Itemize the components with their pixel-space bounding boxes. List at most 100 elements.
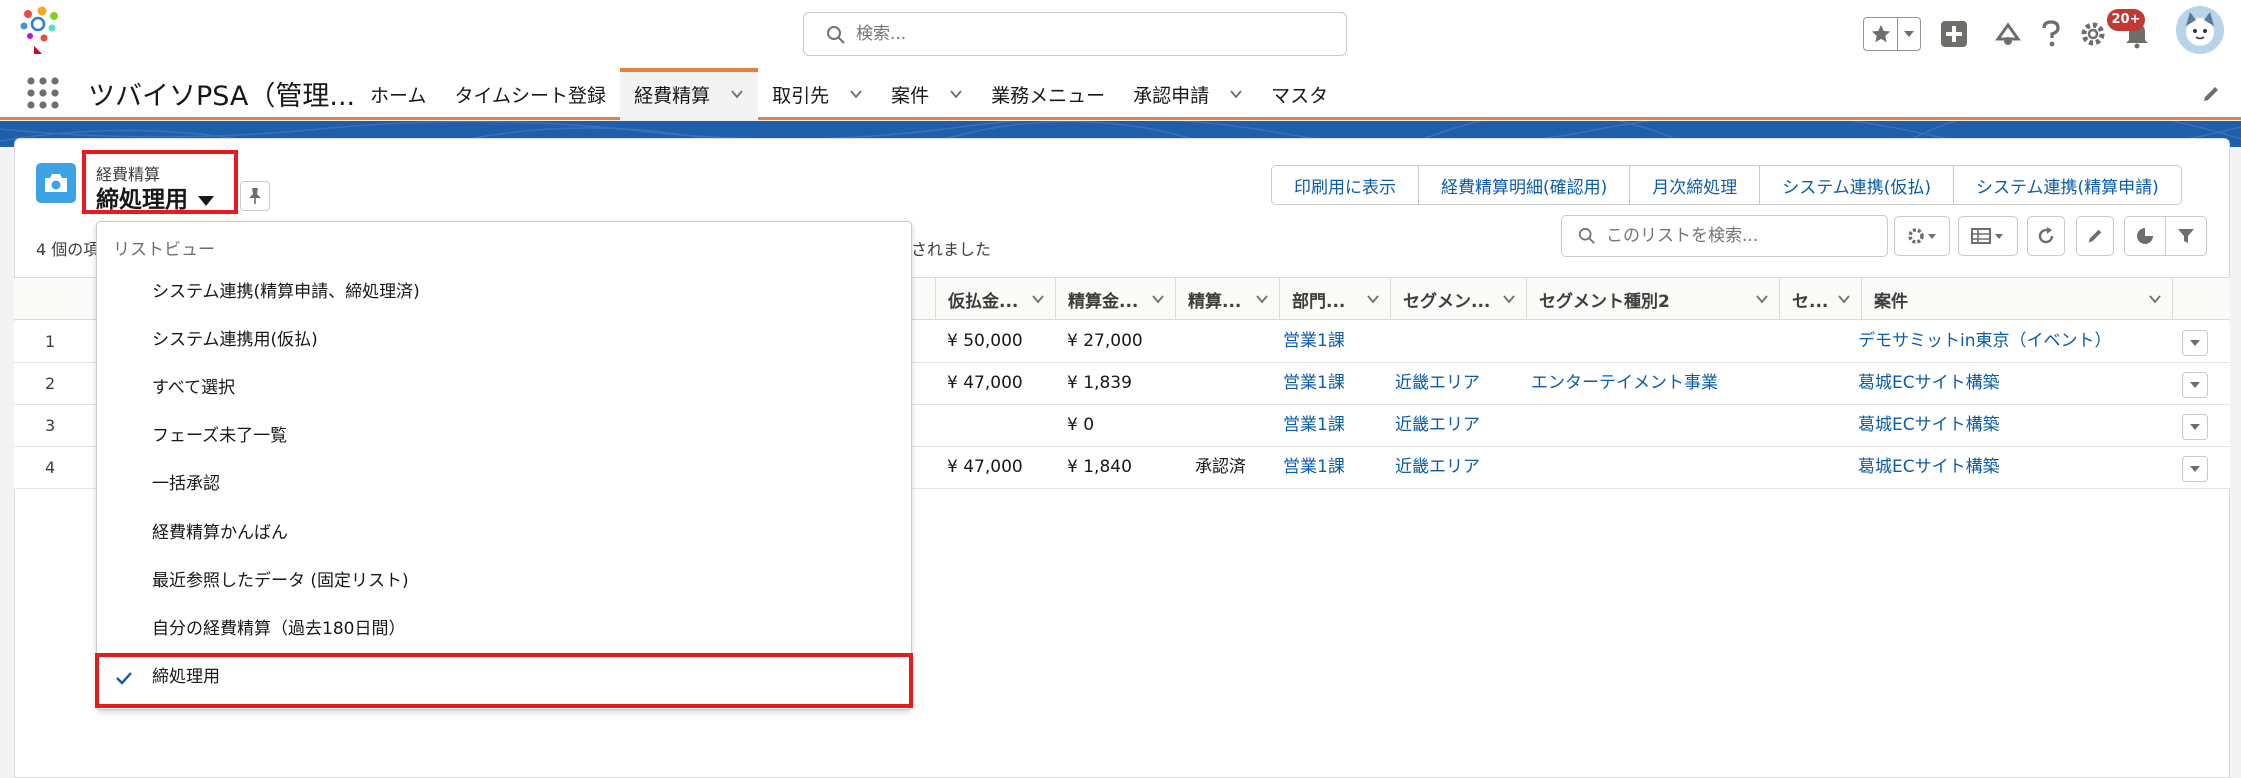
segment2-link[interactable]: エンターテイメント事業 bbox=[1531, 363, 1718, 404]
tab-label: 経費精算 bbox=[634, 84, 711, 107]
segment-link[interactable]: 近畿エリア bbox=[1395, 363, 1480, 404]
expense-detail-button[interactable]: 経費精算明細(確認用) bbox=[1419, 166, 1631, 204]
list-view-option[interactable]: システム連携用(仮払) bbox=[97, 316, 911, 364]
project-link[interactable]: 葛城ECサイト構築 bbox=[1858, 405, 2000, 446]
column-header[interactable]: セ... bbox=[1779, 278, 1861, 320]
chart-icon bbox=[2137, 228, 2153, 244]
row-number: 1 bbox=[45, 332, 56, 351]
segment-link[interactable]: 近畿エリア bbox=[1395, 447, 1480, 488]
tab-master[interactable]: マスタ bbox=[1257, 68, 1342, 120]
department-link[interactable]: 営業1課 bbox=[1283, 447, 1345, 488]
tab-expenses[interactable]: 経費精算 bbox=[620, 68, 759, 120]
list-view-option[interactable]: システム連携(精算申請、締処理済) bbox=[97, 268, 911, 316]
column-header[interactable]: 精算... bbox=[1175, 278, 1279, 320]
chevron-down-icon[interactable] bbox=[1151, 292, 1165, 306]
sync-advance-button[interactable]: システム連携(仮払) bbox=[1760, 166, 1955, 204]
chevron-down-icon[interactable] bbox=[949, 87, 963, 101]
list-settings-button[interactable] bbox=[1894, 216, 1950, 256]
refresh-button[interactable] bbox=[2027, 216, 2065, 256]
chevron-down-icon[interactable] bbox=[1229, 87, 1243, 101]
row-action-button[interactable] bbox=[2182, 372, 2208, 398]
pin-icon bbox=[249, 188, 261, 204]
plus-icon bbox=[1941, 21, 1967, 47]
advance-amount: ¥ 47,000 bbox=[947, 457, 1023, 477]
tab-accounts[interactable]: 取引先 bbox=[758, 68, 877, 120]
chevron-down-icon[interactable] bbox=[1255, 292, 1269, 306]
row-action-button[interactable] bbox=[2182, 414, 2208, 440]
tab-timesheet[interactable]: タイムシート登録 bbox=[440, 68, 620, 120]
monthly-close-button[interactable]: 月次締処理 bbox=[1630, 166, 1761, 204]
settlement-status: 承認済 bbox=[1195, 457, 1246, 477]
favorites-group bbox=[1863, 17, 1921, 51]
list-view-option[interactable]: フェーズ未了一覧 bbox=[97, 412, 911, 460]
column-label: セグメン... bbox=[1403, 291, 1491, 312]
tab-business-menu[interactable]: 業務メニュー bbox=[977, 68, 1119, 120]
cloud-icon bbox=[1995, 22, 2021, 45]
segment-link[interactable]: 近畿エリア bbox=[1395, 405, 1480, 446]
column-header[interactable]: 仮払金... bbox=[935, 278, 1055, 320]
tab-approvals[interactable]: 承認申請 bbox=[1119, 68, 1257, 120]
list-view-option[interactable]: 最近参照したデータ (固定リスト) bbox=[97, 557, 911, 605]
global-search-input[interactable] bbox=[856, 19, 1326, 49]
setup-button[interactable] bbox=[2076, 17, 2110, 51]
notification-badge: 20+ bbox=[2107, 9, 2145, 31]
column-header[interactable]: セグメン... bbox=[1390, 278, 1526, 320]
list-view-option[interactable]: すべて選択 bbox=[97, 364, 911, 412]
highlight-box-title bbox=[82, 150, 238, 214]
print-view-button[interactable]: 印刷用に表示 bbox=[1272, 166, 1419, 204]
list-view-option[interactable]: 経費精算かんばん bbox=[97, 509, 911, 557]
trailhead-button[interactable] bbox=[1991, 17, 2025, 51]
row-action-button[interactable] bbox=[2182, 456, 2208, 482]
chevron-down-icon[interactable] bbox=[1031, 292, 1045, 306]
list-search[interactable] bbox=[1561, 215, 1888, 257]
charts-button[interactable] bbox=[2124, 216, 2166, 256]
row-action-button[interactable] bbox=[2182, 330, 2208, 356]
chevron-down-icon[interactable] bbox=[849, 87, 863, 101]
display-as-button[interactable] bbox=[1958, 216, 2018, 256]
project-link[interactable]: 葛城ECサイト構築 bbox=[1858, 363, 2000, 404]
nav-tabs: ホーム タイムシート登録 経費精算 取引先 案件 業務メニュー 承認申請 マスタ bbox=[356, 68, 1342, 120]
gear-icon bbox=[1908, 228, 1936, 244]
chevron-down-icon bbox=[2190, 340, 2200, 346]
favorites-menu-button[interactable] bbox=[1898, 18, 1920, 50]
chevron-down-icon[interactable] bbox=[1366, 292, 1380, 306]
column-header[interactable]: セグメント種別2 bbox=[1526, 278, 1779, 320]
project-link[interactable]: 葛城ECサイト構築 bbox=[1858, 447, 2000, 488]
column-label: 精算金... bbox=[1068, 291, 1139, 312]
column-header[interactable]: 案件 bbox=[1861, 278, 2172, 320]
project-link[interactable]: デモサミットin東京（イベント） bbox=[1858, 321, 2112, 362]
chevron-down-icon[interactable] bbox=[1837, 292, 1851, 306]
filter-button[interactable] bbox=[2165, 216, 2207, 256]
sync-settlement-button[interactable]: システム連携(精算申請) bbox=[1954, 166, 2181, 204]
chevron-down-icon[interactable] bbox=[2148, 292, 2162, 306]
search-icon bbox=[827, 26, 845, 44]
pin-list-button[interactable] bbox=[240, 181, 270, 211]
favorites-button[interactable] bbox=[1864, 18, 1898, 50]
chevron-down-icon bbox=[2190, 424, 2200, 430]
column-header[interactable]: 精算金... bbox=[1055, 278, 1175, 320]
chevron-down-icon[interactable] bbox=[1502, 292, 1516, 306]
department-link[interactable]: 営業1課 bbox=[1283, 321, 1345, 362]
avatar[interactable] bbox=[2176, 6, 2224, 54]
pencil-icon[interactable] bbox=[2201, 84, 2221, 104]
global-actions-button[interactable] bbox=[1937, 17, 1971, 51]
app-logo-icon[interactable] bbox=[14, 4, 70, 60]
column-header[interactable]: 部門... bbox=[1279, 278, 1390, 320]
department-link[interactable]: 営業1課 bbox=[1283, 363, 1345, 404]
inline-edit-button[interactable] bbox=[2076, 216, 2114, 256]
help-button[interactable] bbox=[2034, 17, 2068, 51]
global-search[interactable] bbox=[803, 12, 1347, 56]
tab-projects[interactable]: 案件 bbox=[877, 68, 977, 120]
list-search-input[interactable] bbox=[1606, 222, 1876, 250]
app-launcher-icon[interactable] bbox=[26, 76, 60, 110]
department-link[interactable]: 営業1課 bbox=[1283, 405, 1345, 446]
list-view-option[interactable]: 一括承認 bbox=[97, 460, 911, 508]
chevron-down-icon[interactable] bbox=[730, 87, 744, 101]
column-label: 案件 bbox=[1874, 291, 1908, 312]
tab-label: 取引先 bbox=[772, 84, 830, 107]
item-count: 4 個の項 bbox=[36, 240, 100, 259]
tab-home[interactable]: ホーム bbox=[356, 68, 440, 120]
app-nav-bar: ツバイソPSA（管理... ホーム タイムシート登録 経費精算 取引先 案件 業… bbox=[0, 68, 2241, 120]
list-view-option[interactable]: 自分の経費精算（過去180日間） bbox=[97, 605, 911, 653]
chevron-down-icon[interactable] bbox=[1755, 292, 1769, 306]
